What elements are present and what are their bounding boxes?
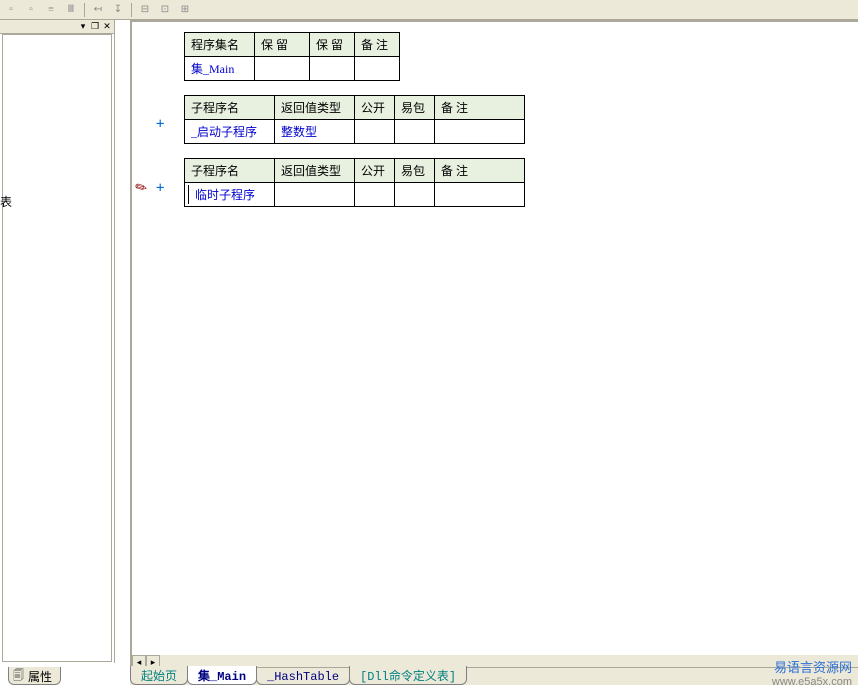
- col-header: 备 注: [435, 96, 525, 120]
- tool-size-3-icon[interactable]: ⊞: [176, 2, 194, 18]
- toolbar-separator: [84, 3, 85, 17]
- tab-start-page[interactable]: 起始页: [130, 666, 188, 685]
- return-type[interactable]: 整数型: [275, 120, 355, 144]
- program-set-table: 程序集名 保 留 保 留 备 注 集_Main: [184, 32, 400, 81]
- note-cell[interactable]: [435, 120, 525, 144]
- watermark-url: www.e5a5x.com: [772, 676, 852, 689]
- tab-hashtable[interactable]: _HashTable: [256, 669, 350, 685]
- col-header: 易包: [395, 159, 435, 183]
- col-header: 公开: [355, 159, 395, 183]
- note-cell[interactable]: [435, 183, 525, 207]
- reserved-cell[interactable]: [255, 57, 310, 81]
- note-cell[interactable]: [355, 57, 400, 81]
- side-panel-body: 表: [2, 34, 112, 662]
- tab-dll-cmds[interactable]: [Dll命令定义表]: [349, 666, 467, 685]
- side-panel: ▾ ❐ ✕ 表: [0, 20, 115, 663]
- return-type[interactable]: [275, 183, 355, 207]
- tool-size-2-icon[interactable]: ⊡: [156, 2, 174, 18]
- col-header: 易包: [395, 96, 435, 120]
- editor-gutter: + ✎ +: [132, 22, 172, 655]
- subroutine-name[interactable]: _启动子程序: [185, 120, 275, 144]
- col-header: 备 注: [355, 33, 400, 57]
- tool-align-4-icon[interactable]: Ⅲ: [62, 2, 80, 18]
- tab-properties[interactable]: 🗐 属性: [8, 667, 61, 685]
- tool-align-3-icon[interactable]: ≡: [42, 2, 60, 18]
- watermark: 易语言资源网 www.e5a5x.com: [772, 660, 852, 689]
- top-toolbar: ▫ ▫ ≡ Ⅲ ↤ ↧ ⊟ ⊡ ⊞: [0, 0, 858, 20]
- restore-icon[interactable]: ❐: [90, 22, 100, 32]
- edit-marker-icon: ✎: [133, 178, 152, 199]
- expand-icon[interactable]: +: [156, 180, 164, 196]
- side-panel-header: ▾ ❐ ✕: [0, 20, 114, 34]
- dropdown-icon[interactable]: ▾: [78, 22, 88, 32]
- truncated-label: 表: [0, 193, 12, 210]
- tool-align-2-icon[interactable]: ▫: [22, 2, 40, 18]
- subroutine-table: 子程序名 返回值类型 公开 易包 备 注 _启动子程序 整数型: [184, 95, 525, 144]
- reserved-cell[interactable]: [310, 57, 355, 81]
- col-header: 子程序名: [185, 159, 275, 183]
- properties-label: 属性: [28, 668, 52, 685]
- editor-tabstrip: 起始页 集_Main _HashTable [Dll命令定义表]: [130, 667, 858, 685]
- package-cell[interactable]: [395, 120, 435, 144]
- toolbar-separator: [131, 3, 132, 17]
- tool-size-1-icon[interactable]: ⊟: [136, 2, 154, 18]
- public-cell[interactable]: [355, 183, 395, 207]
- watermark-title: 易语言资源网: [772, 660, 852, 676]
- col-header: 公开: [355, 96, 395, 120]
- package-cell[interactable]: [395, 183, 435, 207]
- close-icon[interactable]: ✕: [102, 22, 112, 32]
- table-row[interactable]: 集_Main: [185, 57, 400, 81]
- code-editor-area[interactable]: + ✎ + 程序集名 保 留 保 留 备 注 集_Main 子程序名 返回值类型: [130, 20, 858, 655]
- expand-icon[interactable]: +: [156, 116, 164, 132]
- col-header: 返回值类型: [275, 159, 355, 183]
- table-row[interactable]: _启动子程序 整数型: [185, 120, 525, 144]
- col-header: 保 留: [310, 33, 355, 57]
- tool-arrow-down-icon[interactable]: ↧: [109, 2, 127, 18]
- tab-main[interactable]: 集_Main: [187, 666, 257, 685]
- col-header: 子程序名: [185, 96, 275, 120]
- subroutine-table: 子程序名 返回值类型 公开 易包 备 注 临时子程序: [184, 158, 525, 207]
- declaration-tables: 程序集名 保 留 保 留 备 注 集_Main 子程序名 返回值类型 公开 易包…: [184, 32, 525, 221]
- subroutine-name-editing[interactable]: 临时子程序: [185, 183, 275, 207]
- col-header: 备 注: [435, 159, 525, 183]
- text-caret-icon: [188, 185, 189, 204]
- col-header: 保 留: [255, 33, 310, 57]
- table-row[interactable]: 临时子程序: [185, 183, 525, 207]
- properties-icon: 🗐: [13, 667, 24, 686]
- tool-arrow-left-icon[interactable]: ↤: [89, 2, 107, 18]
- col-header: 返回值类型: [275, 96, 355, 120]
- editing-value: 临时子程序: [191, 188, 255, 202]
- col-header: 程序集名: [185, 33, 255, 57]
- program-set-name[interactable]: 集_Main: [185, 57, 255, 81]
- public-cell[interactable]: [355, 120, 395, 144]
- tool-align-1-icon[interactable]: ▫: [2, 2, 20, 18]
